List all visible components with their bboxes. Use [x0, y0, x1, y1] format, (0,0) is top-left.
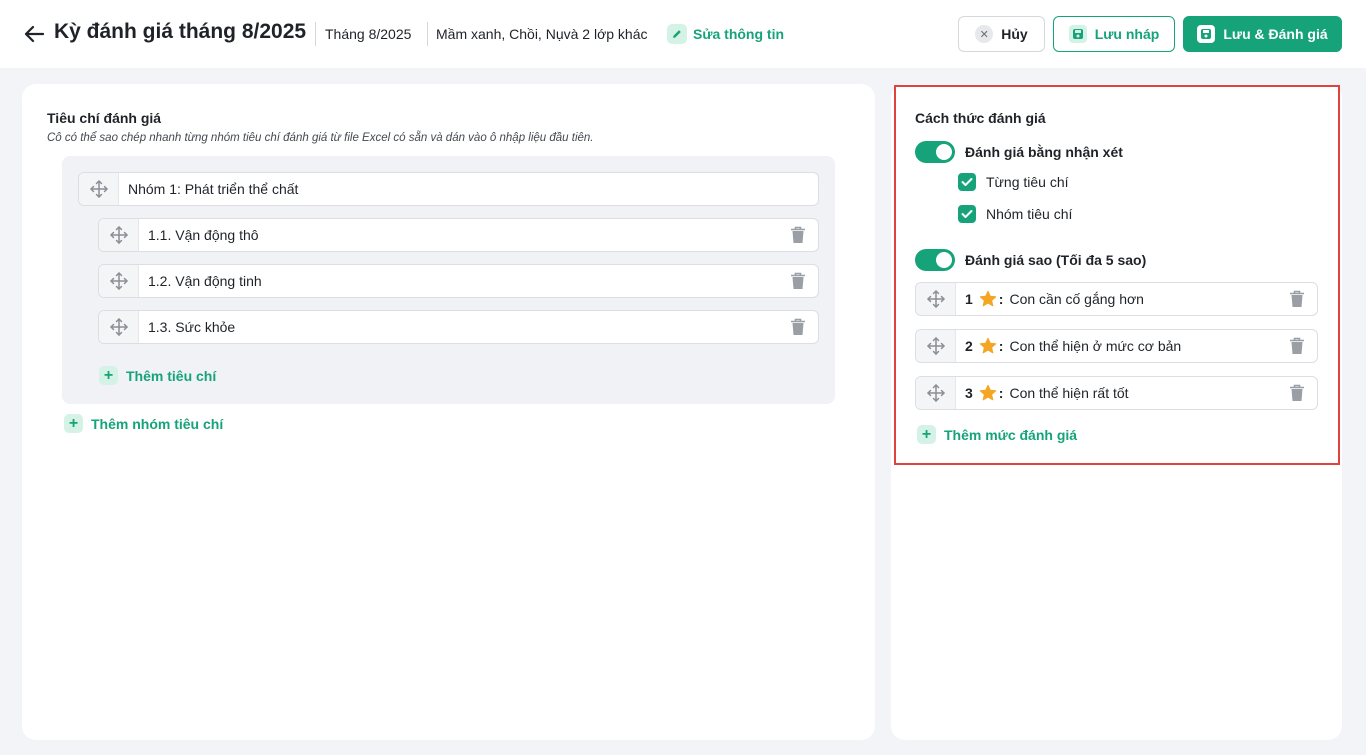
criteria-title: Tiêu chí đánh giá [47, 110, 162, 126]
divider [315, 22, 316, 46]
drag-handle-icon[interactable] [79, 173, 119, 205]
star-level-number: 3 [965, 385, 973, 401]
edit-info-link[interactable]: Sửa thông tin [667, 24, 784, 44]
save-draft-button[interactable]: Lưu nháp [1053, 16, 1175, 52]
star-icon [979, 290, 997, 308]
group-name-value: Nhóm 1: Phát triển thể chất [128, 181, 299, 197]
close-icon: ✕ [975, 25, 994, 43]
cancel-button[interactable]: ✕ Hủy [958, 16, 1045, 52]
star-level-row[interactable]: 1 : Con cần cố gắng hơn [915, 282, 1318, 316]
add-group-label: Thêm nhóm tiêu chí [91, 415, 224, 432]
trash-icon[interactable] [1286, 288, 1308, 310]
plus-icon: + [64, 414, 83, 433]
trash-icon[interactable] [787, 224, 809, 246]
drag-handle-icon[interactable] [916, 283, 956, 315]
star-icon [979, 384, 997, 402]
save-disk-icon [1068, 25, 1087, 43]
save-and-evaluate-button[interactable]: Lưu & Đánh giá [1183, 16, 1342, 52]
criteria-item-row[interactable]: 1.1. Vận động thô [98, 218, 819, 252]
per-criteria-checkbox[interactable] [958, 173, 976, 191]
period-label: Tháng 8/2025 [325, 26, 412, 42]
add-criteria-label: Thêm tiêu chí [126, 367, 217, 384]
criteria-item-label: 1.1. Vận động thô [148, 227, 259, 243]
add-level-button[interactable]: + Thêm mức đánh giá [917, 425, 1077, 444]
star-level-number: 1 [965, 291, 973, 307]
star-level-number: 2 [965, 338, 973, 354]
star-level-description: Con thể hiện rất tốt [1009, 385, 1129, 401]
criteria-item-label: 1.3. Sức khỏe [148, 319, 236, 335]
criteria-item-label: 1.2. Vận động tinh [148, 273, 262, 289]
add-level-label: Thêm mức đánh giá [944, 426, 1078, 443]
pencil-icon [667, 24, 687, 44]
drag-handle-icon[interactable] [99, 311, 139, 343]
criteria-item-row[interactable]: 1.3. Sức khỏe [98, 310, 819, 344]
criteria-item-row[interactable]: 1.2. Vận động tinh [98, 264, 819, 298]
trash-icon[interactable] [1286, 335, 1308, 357]
cancel-label: Hủy [1001, 26, 1028, 42]
drag-handle-icon[interactable] [99, 265, 139, 297]
star-level-separator: : [998, 291, 1004, 307]
comment-evaluation-label: Đánh giá bằng nhận xét [965, 144, 1123, 160]
star-icon [979, 337, 997, 355]
plus-icon: + [917, 425, 936, 444]
star-level-row[interactable]: 3 : Con thể hiện rất tốt [915, 376, 1318, 410]
star-level-description: Con cần cố gắng hơn [1009, 291, 1144, 307]
drag-handle-icon[interactable] [916, 330, 956, 362]
per-group-option: Nhóm tiêu chí [958, 205, 1072, 223]
trash-icon[interactable] [1286, 382, 1308, 404]
classes-label: Mầm xanh, Chồi, Nụvà 2 lớp khác [436, 26, 648, 42]
method-title: Cách thức đánh giá [915, 110, 1046, 126]
star-evaluation-label: Đánh giá sao (Tối đa 5 sao) [965, 252, 1147, 268]
add-criteria-button[interactable]: + Thêm tiêu chí [99, 366, 216, 385]
save-draft-label: Lưu nháp [1094, 26, 1160, 42]
plus-icon: + [99, 366, 118, 385]
group-name-field[interactable]: Nhóm 1: Phát triển thể chất [78, 172, 819, 206]
per-group-label: Nhóm tiêu chí [986, 206, 1073, 222]
add-group-button[interactable]: + Thêm nhóm tiêu chí [64, 414, 223, 433]
trash-icon[interactable] [787, 270, 809, 292]
criteria-hint: Cô có thể sao chép nhanh từng nhóm tiêu … [47, 132, 594, 144]
edit-info-label: Sửa thông tin [693, 26, 785, 42]
drag-handle-icon[interactable] [99, 219, 139, 251]
save-disk-icon [1197, 25, 1216, 43]
star-evaluation-toggle[interactable] [915, 249, 955, 271]
drag-handle-icon[interactable] [916, 377, 956, 409]
comment-evaluation-toggle-row: Đánh giá bằng nhận xét [915, 141, 1123, 163]
page-title: Kỳ đánh giá tháng 8/2025 [54, 20, 307, 43]
per-criteria-option: Từng tiêu chí [958, 173, 1069, 191]
star-level-separator: : [998, 338, 1004, 354]
trash-icon[interactable] [787, 316, 809, 338]
top-bar: Kỳ đánh giá tháng 8/2025 Tháng 8/2025 Mầ… [0, 0, 1366, 68]
star-evaluation-toggle-row: Đánh giá sao (Tối đa 5 sao) [915, 249, 1146, 271]
star-level-row[interactable]: 2 : Con thể hiện ở mức cơ bản [915, 329, 1318, 363]
per-group-checkbox[interactable] [958, 205, 976, 223]
star-level-separator: : [998, 385, 1004, 401]
save-and-evaluate-label: Lưu & Đánh giá [1223, 26, 1328, 42]
star-level-description: Con thể hiện ở mức cơ bản [1009, 338, 1182, 354]
divider [427, 22, 428, 46]
back-arrow-icon[interactable] [22, 22, 46, 46]
comment-evaluation-toggle[interactable] [915, 141, 955, 163]
per-criteria-label: Từng tiêu chí [986, 174, 1069, 190]
